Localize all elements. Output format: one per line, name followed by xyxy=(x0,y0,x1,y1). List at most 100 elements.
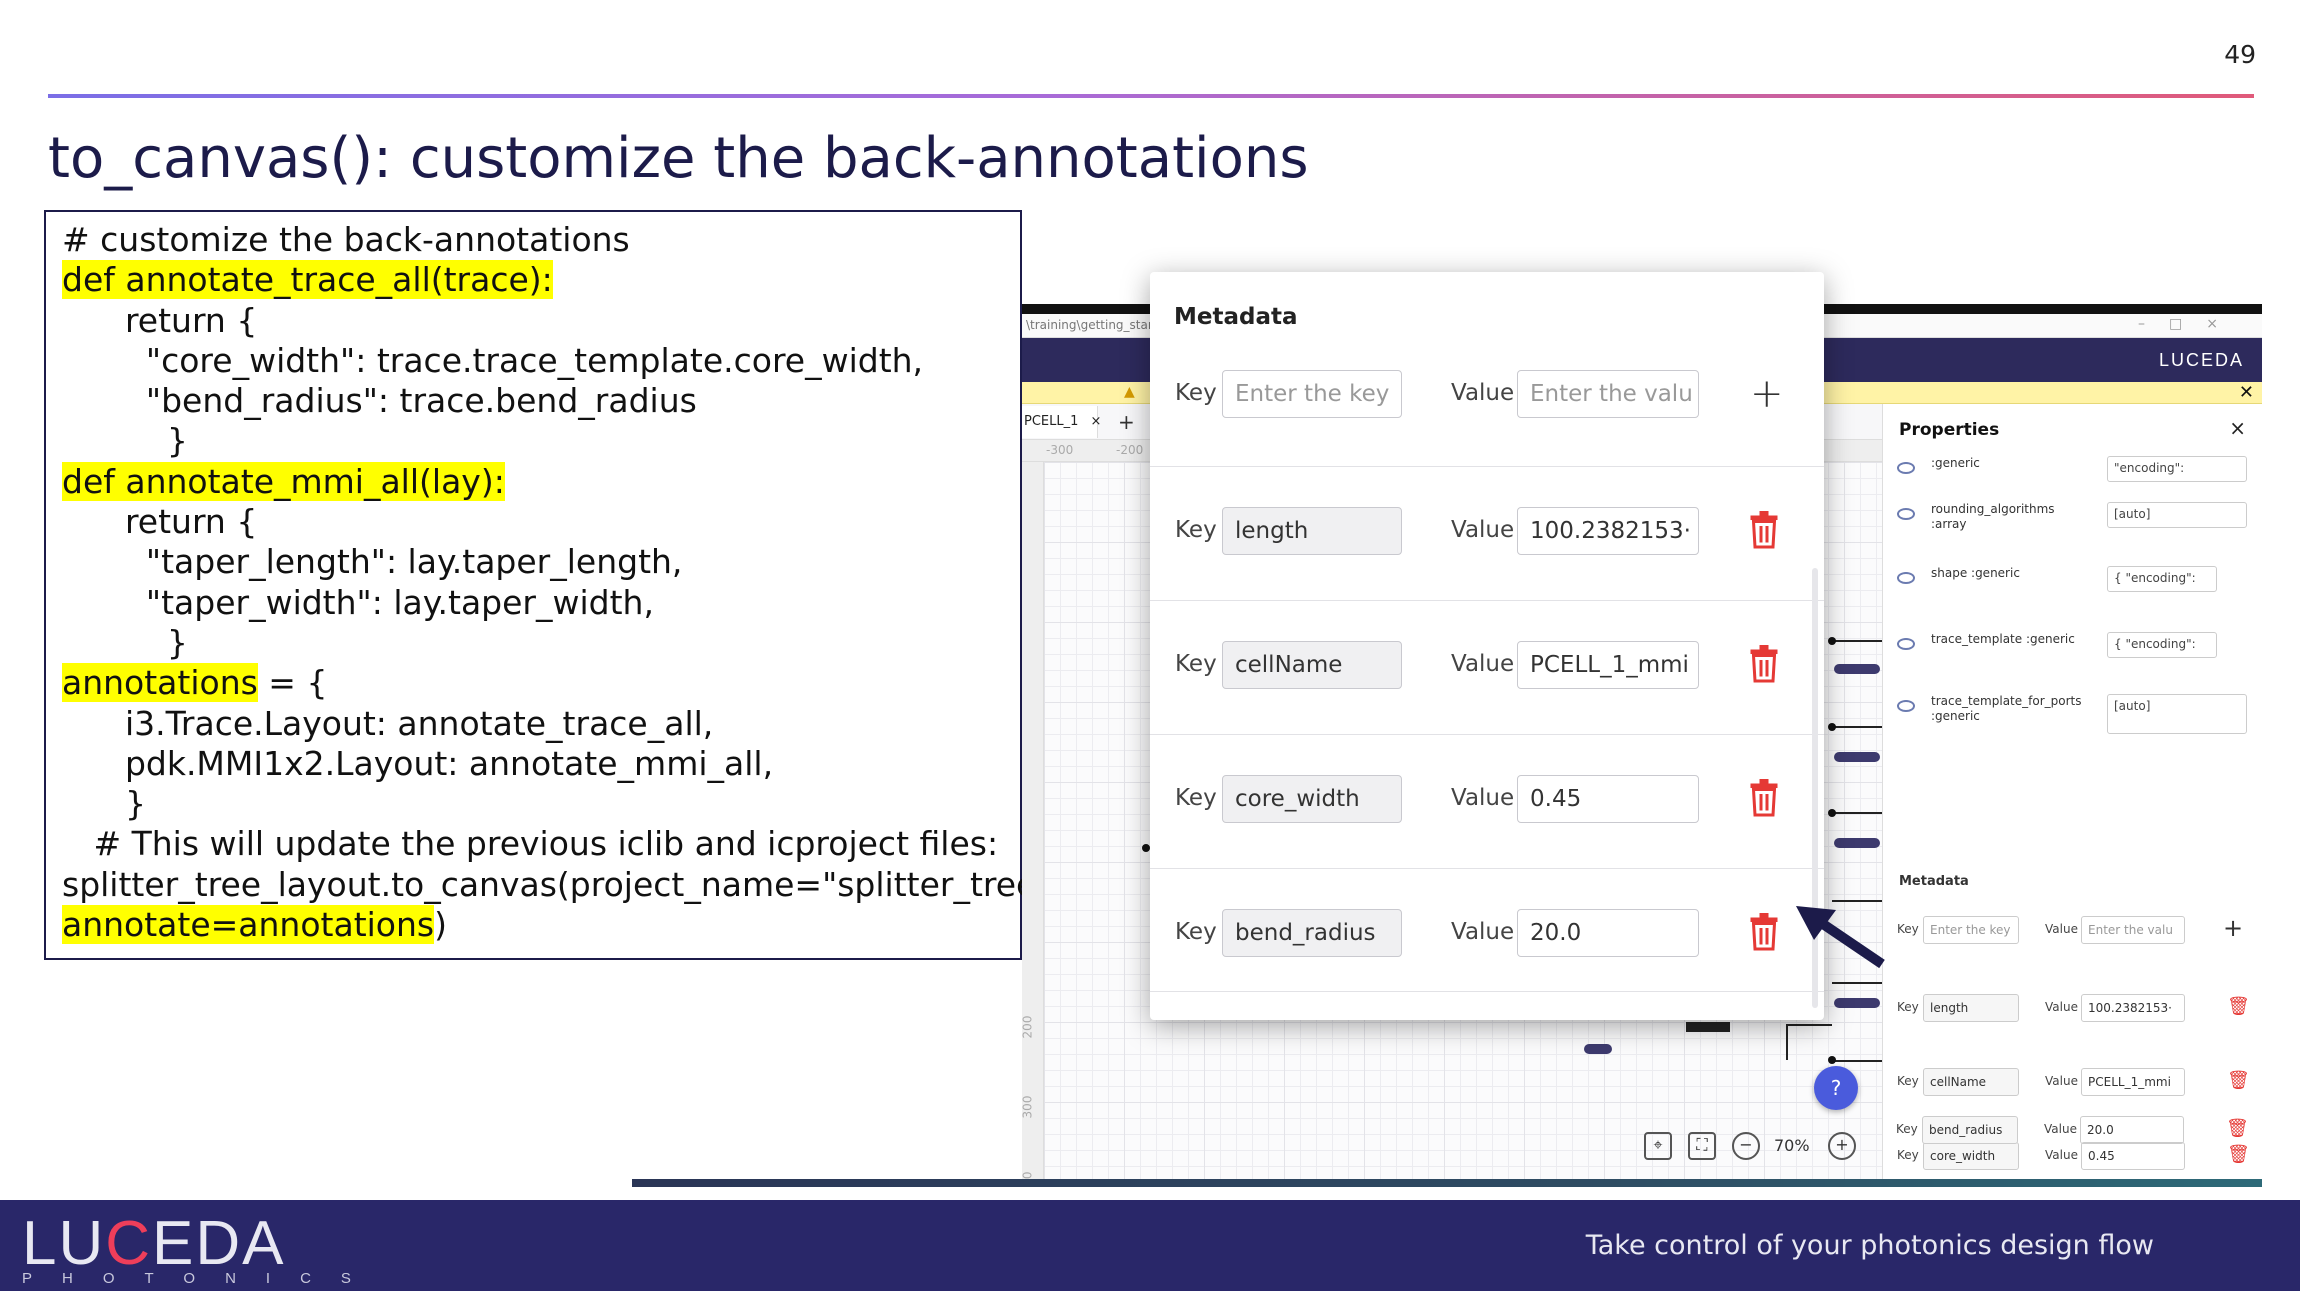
tab-add-button[interactable]: + xyxy=(1118,410,1135,434)
panel-metadata-row: Key core_width Value 0.45 🗑 xyxy=(1897,1142,2257,1172)
waveguide xyxy=(1786,1024,1788,1060)
visibility-eye-icon[interactable] xyxy=(1897,572,1915,584)
slide-title: to_canvas(): customize the back-annotati… xyxy=(48,126,1309,191)
key-input[interactable]: length xyxy=(1222,507,1402,555)
key-input[interactable]: core_width xyxy=(1222,775,1402,823)
visibility-eye-icon[interactable] xyxy=(1897,462,1915,474)
code-line: return { xyxy=(62,301,1004,341)
waveguide xyxy=(1832,726,1882,728)
value-label: Value xyxy=(1451,380,1515,406)
key-input[interactable]: bend_radius xyxy=(1222,909,1402,957)
zoom-out-icon[interactable]: − xyxy=(1732,1132,1760,1160)
waveguide xyxy=(1832,982,1882,984)
property-label: trace_template_for_ports :generic xyxy=(1931,694,2082,723)
code-line: "taper_width": lay.taper_width, xyxy=(62,583,1004,623)
value-input[interactable]: 100.2382153· xyxy=(1517,507,1699,555)
fullscreen-icon[interactable]: ⛶ xyxy=(1688,1132,1716,1160)
focus-icon[interactable]: ⌖ xyxy=(1644,1132,1672,1160)
property-value[interactable]: "encoding": xyxy=(2107,456,2247,482)
add-icon[interactable]: + xyxy=(2223,914,2243,942)
visibility-eye-icon[interactable] xyxy=(1897,638,1915,650)
property-value[interactable]: [auto] xyxy=(2107,694,2247,734)
metadata-row: Key bend_radius Value 20.0 xyxy=(1150,868,1824,992)
instance-tag xyxy=(1834,664,1880,674)
value-label: Value xyxy=(1451,919,1515,945)
value-label: Value xyxy=(2045,1000,2078,1014)
value-input[interactable]: PCELL_1_mmi xyxy=(1517,641,1699,689)
property-label: rounding_algorithms :array xyxy=(1931,502,2055,531)
window-controls[interactable]: –□× xyxy=(2138,316,2242,332)
trash-icon[interactable]: 🗑 xyxy=(2226,1118,2249,1139)
trash-icon[interactable] xyxy=(1746,509,1782,549)
trash-icon[interactable] xyxy=(1746,777,1782,817)
logo-text-right: EDA xyxy=(152,1209,286,1278)
trash-icon[interactable]: 🗑 xyxy=(2227,996,2250,1017)
key-label: Key xyxy=(1175,919,1217,945)
code-line: return { xyxy=(62,502,1004,542)
key-label: Key xyxy=(1896,1122,1918,1136)
code-text: } xyxy=(62,622,188,662)
visibility-eye-icon[interactable] xyxy=(1897,508,1915,520)
panel-metadata-row: Key cellName Value PCELL_1_mmi 🗑 xyxy=(1897,1068,2257,1098)
property-label: :generic xyxy=(1931,456,1980,470)
code-text: return { xyxy=(62,502,258,542)
key-input[interactable]: cellName xyxy=(1222,641,1402,689)
help-button[interactable]: ? xyxy=(1814,1066,1858,1110)
code-text: "taper_width": lay.taper_width, xyxy=(62,582,654,622)
trash-icon[interactable] xyxy=(1746,643,1782,683)
ruler-left-label: 300 xyxy=(1022,1095,1035,1119)
code-line: } xyxy=(62,623,1004,663)
tab-label: PCELL_1 xyxy=(1024,414,1079,429)
code-line: pdk.MMI1x2.Layout: annotate_mmi_all, xyxy=(62,744,1004,784)
value-input[interactable]: 0.45 xyxy=(2081,1142,2185,1170)
footer-logo-subtitle: PHOTONICS xyxy=(22,1270,381,1287)
warning-icon: ▲ xyxy=(1124,384,1135,400)
zoom-level: 70% xyxy=(1774,1136,1810,1155)
property-value[interactable]: { "encoding": xyxy=(2107,632,2217,658)
property-value[interactable]: { "encoding": xyxy=(2107,566,2217,592)
trash-icon[interactable] xyxy=(1746,911,1782,951)
code-highlight: def annotate_trace_all(trace): xyxy=(62,260,553,300)
value-input[interactable]: 0.45 xyxy=(1517,775,1699,823)
code-text: ) xyxy=(434,905,447,945)
instance-tag xyxy=(1834,998,1880,1008)
warning-close-icon[interactable]: ✕ xyxy=(2239,382,2254,403)
value-input[interactable]: 20.0 xyxy=(2080,1116,2184,1144)
code-line: } xyxy=(62,421,1004,461)
value-input[interactable]: 100.2382153· xyxy=(2081,994,2185,1022)
value-label: Value xyxy=(2045,1148,2078,1162)
panel-metadata-title: Metadata xyxy=(1899,874,1969,889)
value-input[interactable]: Enter the valu xyxy=(1517,370,1699,418)
code-highlight: annotations xyxy=(62,663,258,703)
properties-close-icon[interactable]: × xyxy=(2229,416,2246,440)
code-line: "core_width": trace.trace_template.core_… xyxy=(62,341,1004,381)
property-value[interactable]: [auto] xyxy=(2107,502,2247,528)
key-label: Key xyxy=(1175,380,1217,406)
key-label: Key xyxy=(1175,651,1217,677)
ruler-top-label: -300 xyxy=(1046,443,1074,457)
code-line: "taper_length": lay.taper_length, xyxy=(62,542,1004,582)
key-input[interactable]: core_width xyxy=(1923,1142,2019,1170)
value-input[interactable]: Enter the valu xyxy=(2081,916,2185,944)
value-input[interactable]: PCELL_1_mmi xyxy=(2081,1068,2185,1096)
key-input[interactable]: Enter the key xyxy=(1923,916,2019,944)
code-line: def annotate_mmi_all(lay): xyxy=(62,461,1004,502)
code-highlight: annotate=annotations xyxy=(62,905,435,945)
key-input[interactable]: cellName xyxy=(1923,1068,2019,1096)
metadata-add-row: Key Enter the key Value Enter the valu + xyxy=(1150,344,1824,478)
key-input[interactable]: bend_radius xyxy=(1922,1116,2018,1144)
code-text: "bend_radius": trace.bend_radius xyxy=(62,381,697,421)
key-input[interactable]: length xyxy=(1923,994,2019,1022)
panel-metadata-row: Key length Value 100.2382153· 🗑 xyxy=(1897,994,2257,1024)
zoom-in-icon[interactable]: + xyxy=(1828,1132,1856,1160)
value-input[interactable]: 20.0 xyxy=(1517,909,1699,957)
key-input[interactable]: Enter the key xyxy=(1222,370,1402,418)
mmi-block xyxy=(1686,1022,1730,1032)
trash-icon[interactable]: 🗑 xyxy=(2227,1070,2250,1091)
trash-icon[interactable]: 🗑 xyxy=(2227,1144,2250,1165)
visibility-eye-icon[interactable] xyxy=(1897,700,1915,712)
title-rule xyxy=(48,94,2254,98)
tab-close-icon[interactable]: × xyxy=(1091,414,1102,429)
tab-pcell[interactable]: PCELL_1 × xyxy=(1022,406,1101,438)
add-icon[interactable]: + xyxy=(1750,374,1784,414)
